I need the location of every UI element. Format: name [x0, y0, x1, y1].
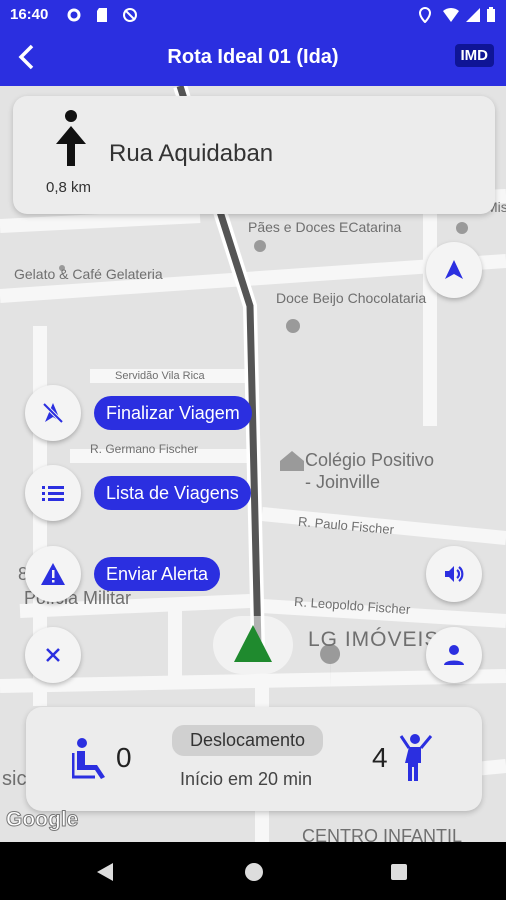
- map-label-centro: CENTRO INFANTIL: [302, 826, 463, 842]
- system-nav-bar: [0, 842, 506, 900]
- trip-list-button[interactable]: Lista de Viagens: [94, 476, 251, 510]
- warning-icon: [41, 563, 65, 585]
- standing-passenger-icon: [399, 734, 433, 781]
- seated-passenger-icon: [72, 738, 105, 779]
- battery-icon: [487, 7, 495, 22]
- standing-count: 4: [372, 742, 388, 773]
- page-title: Rota Ideal 01 (Ida): [167, 46, 339, 68]
- map-label-colegio-2: - Joinville: [305, 472, 381, 492]
- location-icon: [418, 7, 432, 23]
- map-label-gelato: Gelato & Café Gelateria: [14, 266, 163, 282]
- no-data-icon: [123, 8, 137, 22]
- imd-badge: IMD: [454, 44, 494, 67]
- trip-list-fab[interactable]: [25, 465, 81, 521]
- map-label-servidao: Servidão Vila Rica: [115, 370, 205, 382]
- map-label-sic: sic: [2, 768, 27, 790]
- nav-recents-icon[interactable]: [390, 863, 408, 881]
- sd-card-icon: [97, 8, 107, 22]
- map-label-lg: LG IMÓVEIS: [308, 628, 440, 651]
- send-alert-fab[interactable]: [25, 546, 81, 602]
- navigation-arrow-icon: [445, 260, 463, 279]
- map-label-paes: Pães e Doces ECatarina: [248, 219, 402, 235]
- send-alert-button[interactable]: Enviar Alerta: [94, 557, 221, 591]
- map-label-doce-beijo: Doce Beijo Chocolataria: [276, 290, 427, 306]
- profile-button[interactable]: [426, 627, 482, 683]
- next-street: Rua Aquidaban: [109, 140, 274, 167]
- vehicle-arrow-icon: [234, 625, 272, 662]
- close-icon: [46, 648, 60, 662]
- straight-arrow-icon: [56, 110, 86, 166]
- end-trip-button[interactable]: Finalizar Viagem: [94, 396, 252, 430]
- list-icon: [42, 486, 64, 501]
- sound-button[interactable]: [426, 546, 482, 602]
- map-label-colegio-1: Colégio Positivo: [305, 450, 435, 470]
- nav-home-icon[interactable]: [244, 862, 264, 882]
- end-trip-fab[interactable]: [25, 385, 81, 441]
- nav-back-icon[interactable]: [96, 862, 114, 882]
- next-distance: 0,8 km: [46, 179, 92, 196]
- status-time: 16:40: [10, 6, 49, 23]
- person-icon: [444, 645, 464, 665]
- trip-status-badge: Deslocamento: [172, 725, 324, 756]
- map-label-germano: R. Germano Fischer: [90, 442, 199, 456]
- status-bar: 16:40: [0, 0, 506, 30]
- app-bar: Rota Ideal 01 (Ida) IMD: [0, 30, 506, 86]
- navigation-card: Rua Aquidaban 0,8 km: [13, 96, 495, 214]
- signal-icon: [466, 8, 480, 22]
- volume-icon: [445, 566, 464, 582]
- seated-count: 0: [116, 742, 132, 773]
- wifi-icon: [443, 7, 459, 22]
- settings-icon: [67, 8, 81, 22]
- google-logo: Google: [5, 808, 79, 832]
- recenter-button[interactable]: [426, 242, 482, 298]
- trip-status-card: 0 Deslocamento Início em 20 min 4: [26, 707, 482, 811]
- close-menu-button[interactable]: [25, 627, 81, 683]
- trip-eta: Início em 20 min: [180, 769, 313, 789]
- navigation-off-icon: [42, 402, 64, 424]
